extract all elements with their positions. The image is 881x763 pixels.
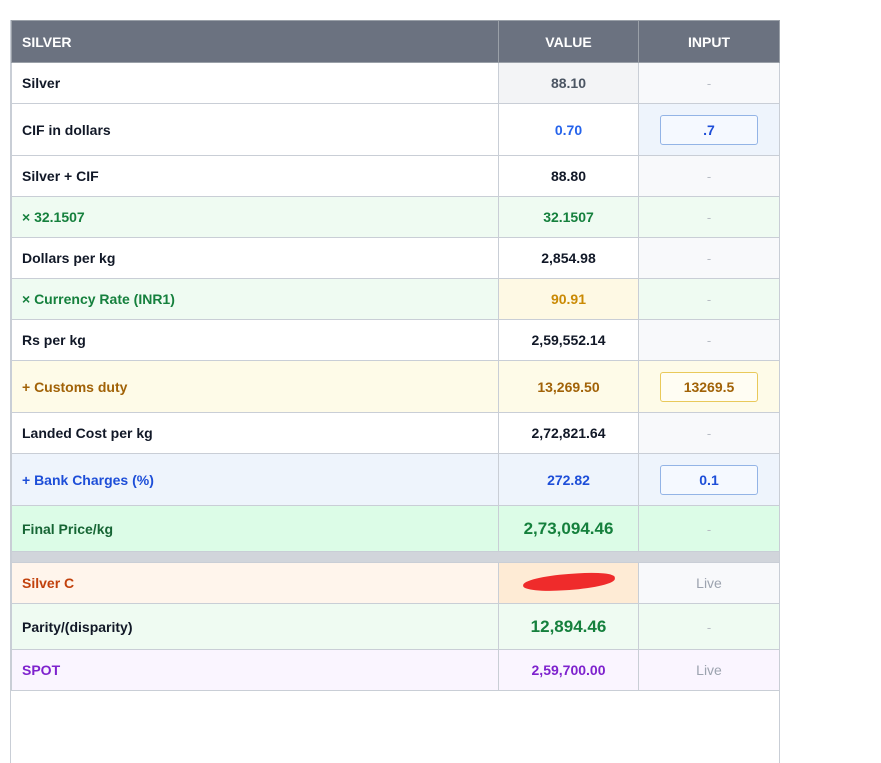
redacted-value-scribble (522, 570, 615, 593)
calculator-panel: SILVER VALUE INPUT Silver 88.10 - CIF in… (10, 20, 780, 763)
table-row: × Currency Rate (INR1) 90.91 - (11, 278, 780, 320)
table-row: × 32.1507 32.1507 - (11, 196, 780, 238)
table-row: + Bank Charges (%) 272.82 (11, 453, 780, 506)
row-label: × Currency Rate (INR1) (11, 278, 499, 320)
customs-duty-input[interactable] (660, 371, 758, 402)
row-label: CIF in dollars (11, 103, 499, 156)
empty-input-dash: - (706, 333, 712, 348)
empty-input-dash: - (706, 251, 712, 266)
table-row: Dollars per kg 2,854.98 - (11, 237, 780, 279)
table-row: Rs per kg 2,59,552.14 - (11, 319, 780, 361)
row-value: 2,72,821.64 (498, 412, 639, 454)
row-label: + Customs duty (11, 360, 499, 413)
empty-input-dash: - (706, 76, 712, 91)
row-value: 88.80 (498, 155, 639, 197)
table-row: Silver + CIF 88.80 - (11, 155, 780, 197)
bank-charges-input[interactable] (660, 464, 758, 495)
empty-input-dash: - (706, 521, 712, 537)
live-indicator: Live (696, 575, 722, 591)
parity-value: 12,894.46 (498, 603, 639, 650)
row-label: Silver (11, 62, 499, 104)
row-value: 2,854.98 (498, 237, 639, 279)
row-value: 13,269.50 (498, 360, 639, 413)
empty-input-dash: - (706, 169, 712, 184)
row-label: SPOT (11, 649, 499, 691)
header-silver: SILVER (11, 20, 499, 63)
empty-input-dash: - (706, 292, 712, 307)
row-value: 2,59,552.14 (498, 319, 639, 361)
row-label: Landed Cost per kg (11, 412, 499, 454)
table-row: Silver C Live (11, 562, 780, 604)
row-label: Parity/(disparity) (11, 603, 499, 650)
empty-input-dash: - (706, 619, 712, 635)
row-value: 0.70 (498, 103, 639, 156)
table-row: CIF in dollars 0.70 (11, 103, 780, 156)
live-indicator: Live (696, 662, 722, 678)
table-row: Parity/(disparity) 12,894.46 - (11, 603, 780, 650)
row-label: × 32.1507 (11, 196, 499, 238)
row-label: Dollars per kg (11, 237, 499, 279)
table-row: Landed Cost per kg 2,72,821.64 - (11, 412, 780, 454)
row-label: Final Price/kg (11, 505, 499, 552)
table-header-row: SILVER VALUE INPUT (11, 20, 780, 63)
row-label: Silver + CIF (11, 155, 499, 197)
table-row: Silver 88.10 - (11, 62, 780, 104)
silver-price-table: SILVER VALUE INPUT Silver 88.10 - CIF in… (11, 20, 780, 691)
header-value: VALUE (498, 20, 639, 63)
table-row: + Customs duty 13,269.50 (11, 360, 780, 413)
section-separator (11, 551, 780, 563)
row-value: 88.10 (498, 62, 639, 104)
row-value: 90.91 (498, 278, 639, 320)
row-label: Silver C (11, 562, 499, 604)
table-row: Final Price/kg 2,73,094.46 - (11, 505, 780, 552)
row-label: Rs per kg (11, 319, 499, 361)
row-value: 32.1507 (498, 196, 639, 238)
final-price-value: 2,73,094.46 (498, 505, 639, 552)
row-value: 272.82 (498, 453, 639, 506)
header-input: INPUT (638, 20, 780, 63)
cif-input[interactable] (660, 114, 758, 145)
row-label: + Bank Charges (%) (11, 453, 499, 506)
empty-input-dash: - (706, 210, 712, 225)
row-value: 2,59,700.00 (498, 649, 639, 691)
table-row: SPOT 2,59,700.00 Live (11, 649, 780, 691)
empty-input-dash: - (706, 426, 712, 441)
